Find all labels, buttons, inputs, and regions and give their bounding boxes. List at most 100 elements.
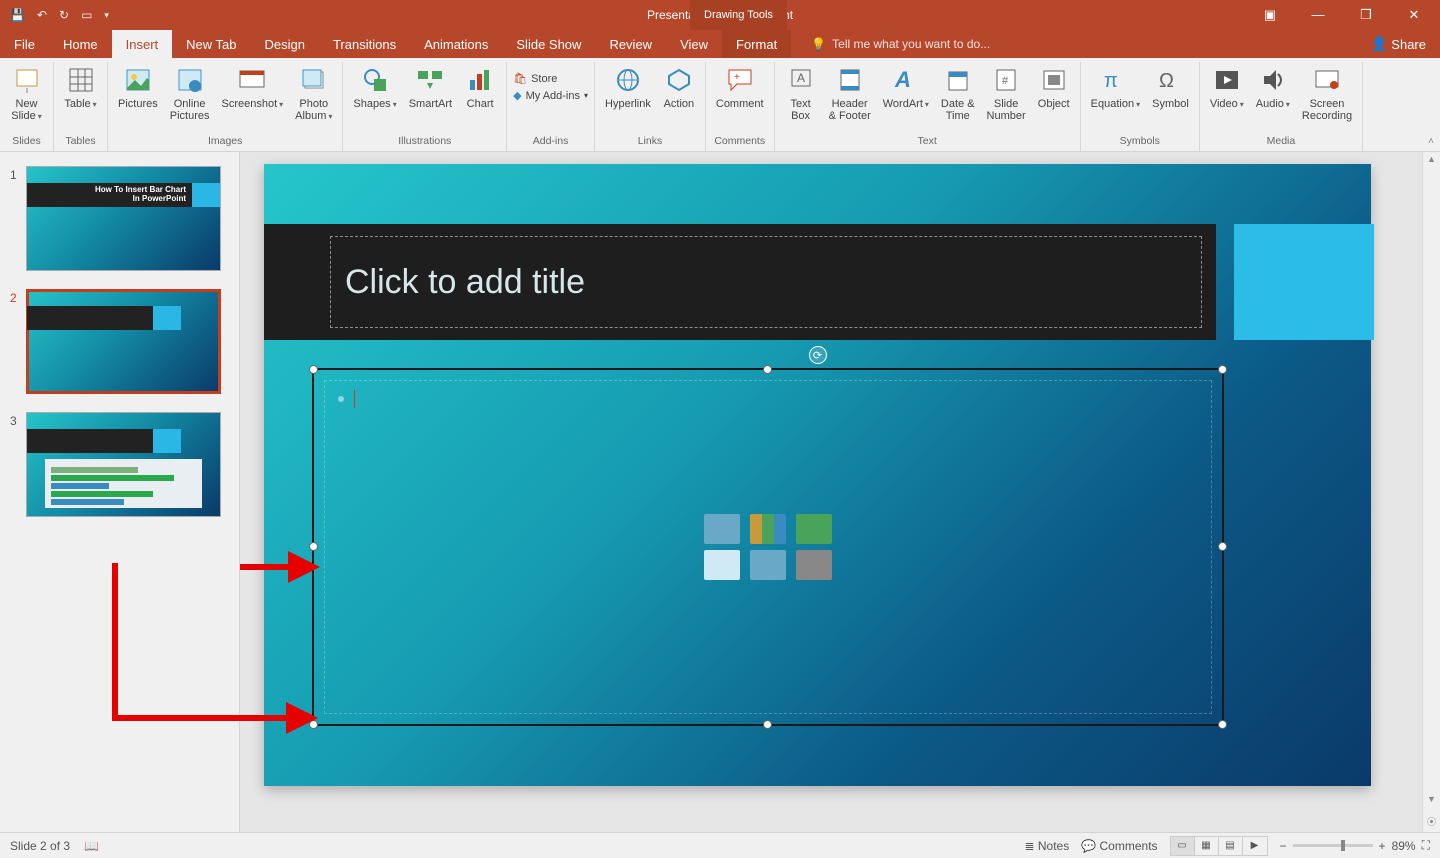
new-slide-button[interactable]: New Slide [7,62,47,125]
header-footer-button[interactable]: Header & Footer [825,62,875,124]
close-button[interactable]: ✕ [1394,7,1434,23]
resize-handle-e[interactable] [1218,542,1227,551]
notes-button[interactable]: ≣ Notes [1024,839,1069,853]
date-time-icon [942,64,974,96]
comments-button[interactable]: 💬 Comments [1081,839,1157,853]
insert-picture-icon[interactable] [704,550,740,580]
redo-icon[interactable]: ↻ [59,8,69,22]
comment-icon: + [724,64,756,96]
screenshot-button[interactable]: Screenshot [218,62,288,113]
next-slide-icon[interactable]: ⦿ [1423,815,1440,828]
zoom-in-button[interactable]: + [1379,839,1386,853]
date-time-button[interactable]: Date & Time [937,62,979,124]
online-picture-icon[interactable] [750,550,786,580]
text-box-button[interactable]: AText Box [781,62,821,124]
resize-handle-se[interactable] [1218,720,1227,729]
resize-handle-nw[interactable] [309,365,318,374]
tab-file[interactable]: File [0,30,49,58]
scroll-down-icon[interactable]: ▼ [1423,794,1440,810]
comment-button[interactable]: + Comment [712,62,768,112]
smartart-button[interactable]: SmartArt [405,62,456,112]
normal-view-button[interactable]: ▭ [1171,837,1195,855]
resize-handle-ne[interactable] [1218,365,1227,374]
workspace: 1 How To Insert Bar Chart In PowerPoint … [0,152,1440,832]
online-pictures-button[interactable]: Online Pictures [166,62,214,124]
object-button[interactable]: Object [1034,62,1074,112]
header-footer-label: Header & Footer [829,98,871,122]
title-placeholder[interactable]: Click to add title [330,236,1202,328]
tab-review[interactable]: Review [595,30,666,58]
tab-design[interactable]: Design [251,30,319,58]
object-label: Object [1038,98,1070,110]
content-placeholder[interactable] [312,368,1224,726]
reading-view-button[interactable]: ▤ [1219,837,1243,855]
collapse-ribbon-icon[interactable]: ˄ [1428,136,1434,147]
slide-number-button[interactable]: #Slide Number [983,62,1030,124]
window-controls: ▣ — ❐ ✕ [1250,7,1440,23]
group-images-label: Images [114,132,336,151]
thumb-number: 3 [10,412,26,517]
vertical-scrollbar[interactable]: ▲ ▼ ⦿ [1422,152,1440,832]
insert-video-icon[interactable] [796,550,832,580]
rotate-handle-icon[interactable]: ⟳ [809,346,827,364]
svg-text:+: + [734,72,740,83]
text-box-icon: A [785,64,817,96]
qat-customize-icon[interactable]: ▾ [104,10,109,21]
start-slideshow-icon[interactable]: ▭ [81,8,92,22]
table-button[interactable]: Table [60,62,100,113]
thumbnail-slide-3[interactable]: 3 [10,412,229,517]
screen-recording-button[interactable]: Screen Recording [1298,62,1356,124]
minimize-button[interactable]: — [1298,7,1338,23]
equation-button[interactable]: πEquation [1087,62,1144,113]
ribbon-display-options-icon[interactable]: ▣ [1250,7,1290,23]
thumbnail-slide-2[interactable]: 2 [10,289,229,394]
insert-chart-icon[interactable] [750,514,786,544]
tab-insert[interactable]: Insert [112,30,173,58]
fit-to-window-button[interactable]: ⛶ [1422,838,1430,853]
resize-handle-n[interactable] [763,365,772,374]
resize-handle-s[interactable] [763,720,772,729]
slide-sorter-button[interactable]: ▦ [1195,837,1219,855]
tab-slideshow[interactable]: Slide Show [502,30,595,58]
zoom-percent[interactable]: 89% [1392,839,1416,853]
pictures-button[interactable]: Pictures [114,62,162,112]
spellcheck-icon[interactable]: 📖 [84,839,99,853]
tab-view[interactable]: View [666,30,722,58]
symbol-button[interactable]: ΩSymbol [1148,62,1193,112]
object-icon [1038,64,1070,96]
action-button[interactable]: Action [659,62,699,112]
audio-button[interactable]: Audio [1252,62,1294,113]
tab-animations[interactable]: Animations [410,30,502,58]
scroll-up-icon[interactable]: ▲ [1423,154,1440,170]
save-icon[interactable]: 💾 [10,8,25,22]
tell-me-search[interactable]: 💡 Tell me what you want to do... [811,30,990,58]
chart-button[interactable]: Chart [460,62,500,112]
photo-album-button[interactable]: Photo Album [291,62,336,125]
zoom-out-button[interactable]: − [1280,839,1287,853]
video-button[interactable]: Video [1206,62,1248,113]
tab-format[interactable]: Format [722,30,791,58]
chart-label: Chart [467,98,494,110]
wordart-button[interactable]: AWordArt [879,62,933,113]
insert-smartart-icon[interactable] [796,514,832,544]
share-button[interactable]: 👤 Share [1357,30,1440,58]
shapes-button[interactable]: Shapes [349,62,400,113]
insert-table-icon[interactable] [704,514,740,544]
slide-canvas[interactable]: Click to add title ⟳ [264,164,1371,786]
slideshow-view-button[interactable]: ▶ [1243,837,1267,855]
screenshot-label: Screenshot [222,98,284,111]
resize-handle-w[interactable] [309,542,318,551]
thumbnail-slide-1[interactable]: 1 How To Insert Bar Chart In PowerPoint [10,166,229,271]
maximize-button[interactable]: ❐ [1346,7,1386,23]
zoom-slider[interactable] [1293,844,1373,847]
store-button[interactable]: 🛍Store [513,72,557,85]
my-addins-button[interactable]: ◆My Add-ins▾ [513,89,588,102]
undo-icon[interactable]: ↶ [37,8,47,22]
tab-home[interactable]: Home [49,30,112,58]
screenshot-icon [236,64,268,96]
tab-transitions[interactable]: Transitions [319,30,410,58]
hyperlink-button[interactable]: Hyperlink [601,62,655,112]
tab-newtab[interactable]: New Tab [172,30,250,58]
action-label: Action [664,98,695,110]
slide-canvas-area[interactable]: Click to add title ⟳ [240,152,1440,832]
